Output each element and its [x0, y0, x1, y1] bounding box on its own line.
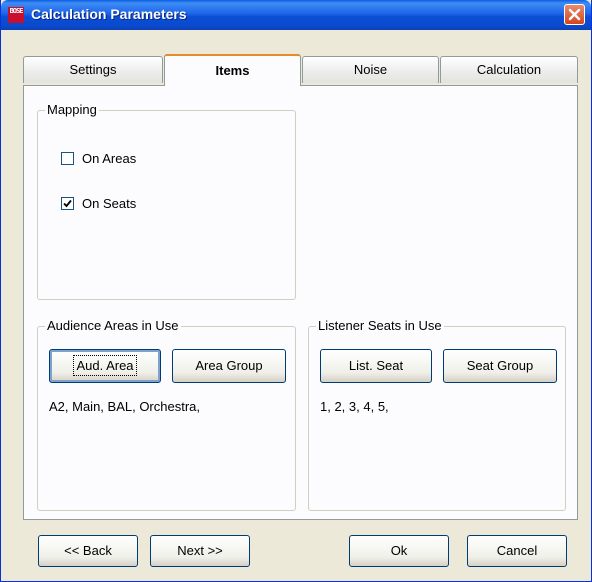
listener-seats-group-label: Listener Seats in Use: [316, 318, 444, 333]
listener-seats-group: Listener Seats in Use List. Seat Seat Gr…: [308, 318, 566, 511]
on-areas-checkbox-row[interactable]: On Areas: [61, 151, 136, 166]
audience-areas-list: A2, Main, BAL, Orchestra,: [49, 399, 201, 414]
listener-seats-list: 1, 2, 3, 4, 5,: [320, 399, 389, 414]
items-tab-panel: Mapping On Areas On Seats Audience Areas…: [23, 85, 578, 520]
tab-items[interactable]: Items: [164, 54, 301, 86]
tab-noise[interactable]: Noise: [302, 56, 439, 83]
area-group-button[interactable]: Area Group: [172, 349, 286, 383]
next-button[interactable]: Next >>: [150, 535, 250, 567]
aud-area-button[interactable]: Aud. Area: [49, 349, 161, 383]
app-logo-icon: BOSE: [8, 7, 24, 23]
audience-areas-group-label: Audience Areas in Use: [45, 318, 181, 333]
dialog-window: BOSE Calculation Parameters Settings Ite…: [0, 0, 592, 582]
close-button[interactable]: [564, 4, 585, 25]
on-areas-label[interactable]: On Areas: [82, 151, 136, 166]
tab-calculation[interactable]: Calculation: [440, 56, 578, 83]
tab-strip: Settings Items Noise Calculation: [23, 54, 578, 86]
list-seat-button[interactable]: List. Seat: [320, 349, 432, 383]
title-bar[interactable]: BOSE Calculation Parameters: [1, 0, 591, 30]
close-icon: [568, 8, 581, 21]
audience-areas-group: Audience Areas in Use Aud. Area Area Gro…: [37, 318, 296, 511]
on-seats-label[interactable]: On Seats: [82, 196, 136, 211]
on-seats-checkbox[interactable]: [61, 197, 74, 210]
on-seats-checkbox-row[interactable]: On Seats: [61, 196, 136, 211]
checkmark-icon: [63, 199, 72, 208]
on-areas-checkbox[interactable]: [61, 152, 74, 165]
ok-button[interactable]: Ok: [349, 535, 449, 567]
back-button[interactable]: << Back: [38, 535, 138, 567]
aud-area-button-label: Aud. Area: [73, 355, 137, 376]
cancel-button[interactable]: Cancel: [467, 535, 567, 567]
seat-group-button[interactable]: Seat Group: [443, 349, 557, 383]
tab-settings[interactable]: Settings: [23, 56, 163, 83]
mapping-group-label: Mapping: [45, 102, 99, 117]
mapping-group: Mapping On Areas On Seats: [37, 102, 296, 300]
window-title: Calculation Parameters: [31, 6, 187, 22]
